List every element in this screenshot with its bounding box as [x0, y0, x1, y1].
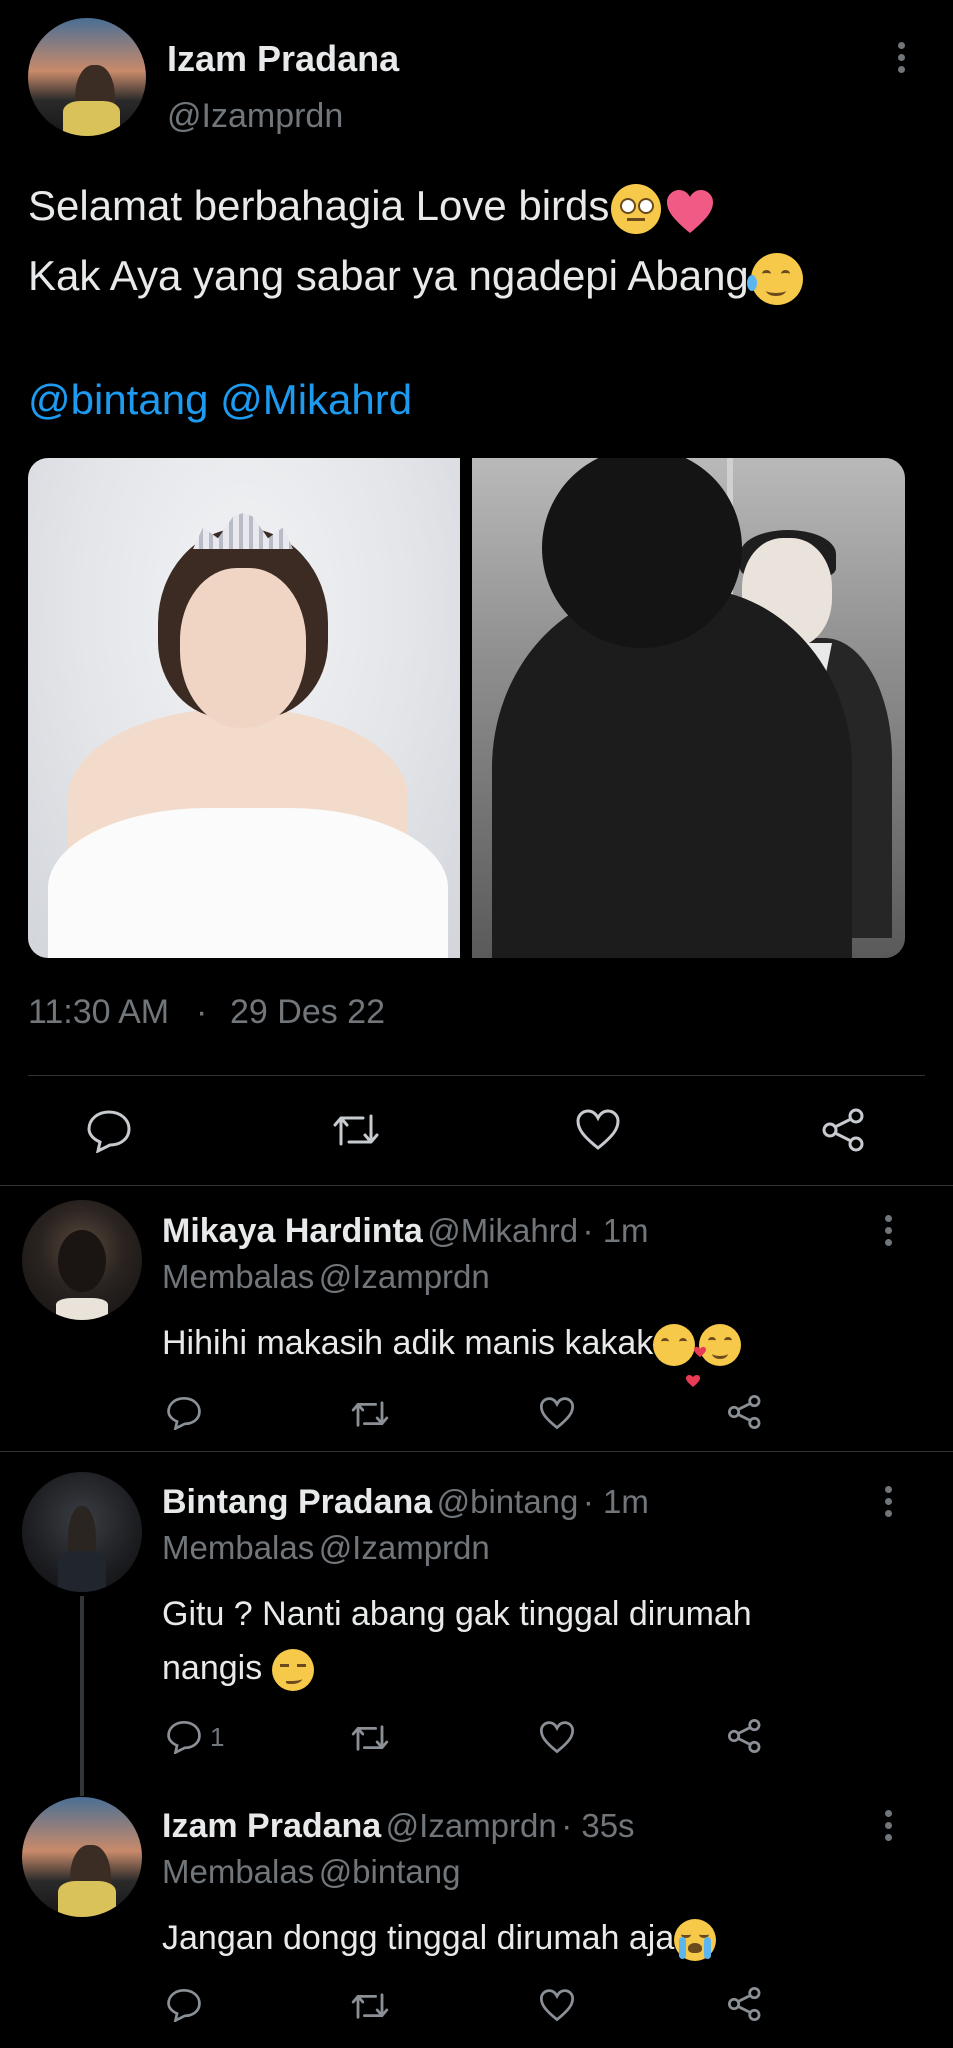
avatar[interactable]: [22, 1200, 142, 1320]
more-icon[interactable]: [898, 42, 906, 78]
like-icon[interactable]: [539, 1721, 575, 1754]
reply-age: · 1m: [582, 1483, 649, 1520]
replying-to-label: Membalas: [162, 1529, 315, 1566]
tweet-text: Selamat berbahagia Love birds Kak Aya ya…: [28, 171, 928, 311]
reply-text-content: Jangan dongg tinggal dirumah aja: [162, 1919, 675, 1957]
reply-header: Mikaya Hardinta @Mikahrd · 1m: [162, 1212, 649, 1251]
replying-to: Membalas @Izamprdn: [162, 1529, 490, 1567]
reply-author-handle[interactable]: @bintang: [437, 1483, 579, 1520]
reply-author-handle[interactable]: @Mikahrd: [427, 1212, 578, 1249]
like-icon[interactable]: [539, 1397, 575, 1430]
reply-text-content: Hihihi makasih adik manis kakak: [162, 1324, 654, 1362]
separator-dot: ·: [196, 993, 208, 1031]
replying-to: Membalas @Izamprdn: [162, 1258, 490, 1296]
groom-photo[interactable]: [472, 458, 905, 958]
reply-count: 1: [210, 1722, 225, 1752]
replying-to-handle[interactable]: @bintang: [319, 1853, 461, 1890]
loudly-crying-emoji-icon: [674, 1919, 717, 1962]
reply-text-line-1: Gitu ? Nanti abang gak tinggal dirumah: [162, 1595, 752, 1633]
reply-age: · 1m: [582, 1212, 649, 1249]
tweet-line-2: Kak Aya yang sabar ya ngadepi Abang: [28, 252, 749, 299]
retweet-icon[interactable]: [331, 1110, 381, 1150]
tweet-date: 29 Des 22: [230, 993, 385, 1031]
tweet-mentions[interactable]: @bintang @Mikahrd: [28, 365, 412, 435]
kiss-emoji-icon: [653, 1324, 701, 1388]
tweet-time: 11:30 AM: [28, 993, 170, 1031]
share-icon[interactable]: [726, 1986, 764, 2022]
reply-icon[interactable]: [86, 1109, 132, 1153]
replying-to-handle[interactable]: @Izamprdn: [319, 1258, 490, 1295]
avatar[interactable]: [22, 1472, 142, 1592]
reply-age: · 35s: [561, 1807, 635, 1844]
like-icon[interactable]: [539, 1989, 575, 2022]
reply-author-name[interactable]: Mikaya Hardinta: [162, 1212, 423, 1250]
share-icon[interactable]: [726, 1394, 764, 1430]
avatar[interactable]: [22, 1797, 142, 1917]
retweet-icon[interactable]: [350, 1990, 390, 2022]
reply-icon[interactable]: [166, 1396, 202, 1430]
thread-line: [80, 1596, 84, 1796]
heart-emoji-icon: [665, 186, 715, 233]
reply-text: Hihihi makasih adik manis kakak: [162, 1316, 742, 1388]
retweet-icon[interactable]: [350, 1398, 390, 1430]
reply-icon[interactable]: [166, 1988, 202, 2022]
divider: [0, 1185, 953, 1186]
smirk-emoji-icon: [271, 1649, 314, 1692]
like-icon[interactable]: [575, 1109, 621, 1151]
smiling-hearts-emoji-icon: [694, 1324, 742, 1367]
tweet-line-1: Selamat berbahagia Love birds: [28, 182, 610, 229]
reply-icon[interactable]: [166, 1720, 202, 1754]
reply-text: Gitu ? Nanti abang gak tinggal dirumah n…: [162, 1587, 752, 1695]
reply-author-handle[interactable]: @Izamprdn: [386, 1807, 557, 1844]
rolling-eyes-emoji-icon: [611, 183, 662, 234]
more-icon[interactable]: [885, 1215, 893, 1251]
reply-author-name[interactable]: Bintang Pradana: [162, 1483, 432, 1521]
retweet-icon[interactable]: [350, 1722, 390, 1754]
replying-to-label: Membalas: [162, 1853, 315, 1890]
reply-text-line-2: nangis: [162, 1649, 263, 1687]
reply-author-name[interactable]: Izam Pradana: [162, 1807, 381, 1845]
share-icon[interactable]: [726, 1718, 764, 1754]
author-name[interactable]: Izam Pradana: [167, 38, 399, 80]
author-handle[interactable]: @Izamprdn: [167, 97, 343, 136]
more-icon[interactable]: [885, 1486, 893, 1522]
divider: [0, 1451, 953, 1452]
bride-photo[interactable]: [28, 458, 460, 958]
divider: [28, 1075, 925, 1076]
replying-to: Membalas @bintang: [162, 1853, 460, 1891]
replying-to-handle[interactable]: @Izamprdn: [319, 1529, 490, 1566]
avatar[interactable]: [28, 18, 146, 136]
more-icon[interactable]: [885, 1810, 893, 1846]
reply-text: Jangan dongg tinggal dirumah aja: [162, 1911, 717, 1965]
replying-to-label: Membalas: [162, 1258, 315, 1295]
reply-header: Bintang Pradana @bintang · 1m: [162, 1483, 649, 1522]
reply-header: Izam Pradana @Izamprdn · 35s: [162, 1807, 635, 1846]
share-icon[interactable]: [820, 1107, 868, 1153]
crying-smile-emoji-icon: [746, 252, 803, 305]
